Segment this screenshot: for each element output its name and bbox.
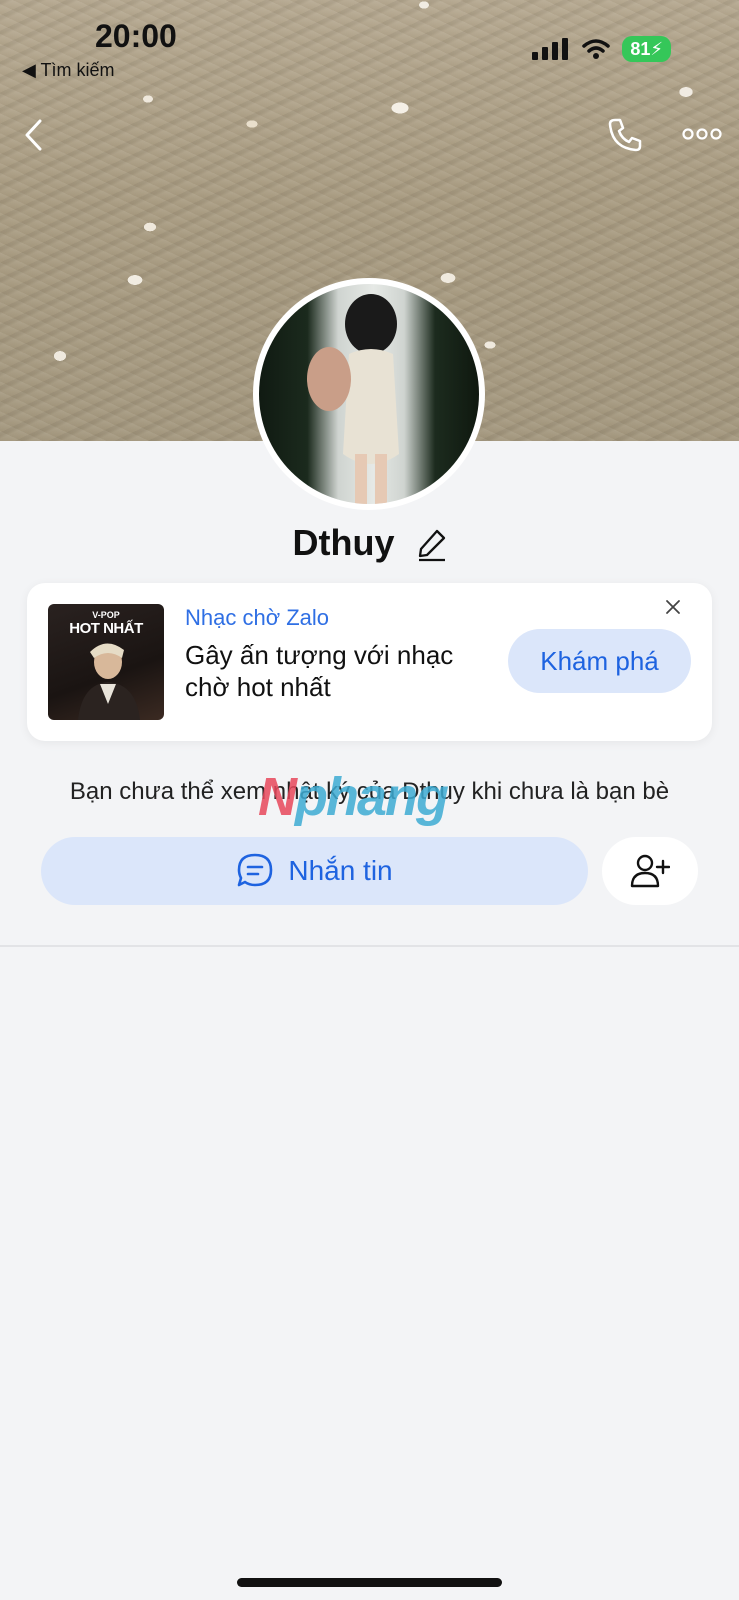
battery-level: 81 bbox=[630, 39, 651, 59]
status-indicators: 81⚡ bbox=[532, 36, 671, 62]
close-icon[interactable] bbox=[665, 599, 681, 615]
promo-label[interactable]: Nhạc chờ Zalo bbox=[185, 605, 329, 631]
section-divider bbox=[0, 945, 739, 947]
more-options-icon[interactable] bbox=[682, 126, 722, 142]
status-time: 20:00 bbox=[95, 18, 177, 54]
profile-name-row: Dthuy bbox=[0, 522, 739, 564]
avatar[interactable] bbox=[259, 284, 479, 504]
edit-pencil-icon[interactable] bbox=[417, 528, 447, 562]
add-friend-icon bbox=[630, 854, 670, 888]
explore-button[interactable]: Khám phá bbox=[508, 629, 691, 693]
watermark-logo: Nphang bbox=[258, 766, 449, 828]
back-to-search-link[interactable]: ◀ Tìm kiếm bbox=[22, 60, 115, 81]
avatar-photo bbox=[307, 294, 399, 504]
phone-icon[interactable] bbox=[606, 116, 644, 154]
ringtone-promo-card: V-POP HOT NHẤT Nhạc chờ Zalo Gây ấn tượn… bbox=[27, 583, 712, 741]
home-indicator[interactable] bbox=[237, 1578, 502, 1587]
wifi-icon bbox=[582, 39, 611, 59]
message-button-label: Nhắn tin bbox=[288, 855, 393, 886]
back-chevron-icon[interactable] bbox=[22, 118, 44, 152]
chat-bubble-icon bbox=[238, 853, 273, 887]
album-artwork bbox=[78, 643, 140, 720]
watermark-part-1: N bbox=[258, 767, 297, 827]
add-friend-button[interactable] bbox=[602, 837, 698, 905]
avatar-frame[interactable] bbox=[253, 278, 485, 510]
battery-indicator: 81⚡ bbox=[622, 36, 671, 62]
signal-icon bbox=[532, 38, 569, 60]
promo-description: Gây ấn tượng với nhạc chờ hot nhất bbox=[185, 640, 454, 702]
album-cover[interactable]: V-POP HOT NHẤT bbox=[48, 604, 164, 720]
message-button[interactable]: Nhắn tin bbox=[41, 837, 588, 905]
watermark-part-2: phang bbox=[295, 767, 449, 827]
profile-name: Dthuy bbox=[292, 522, 395, 563]
